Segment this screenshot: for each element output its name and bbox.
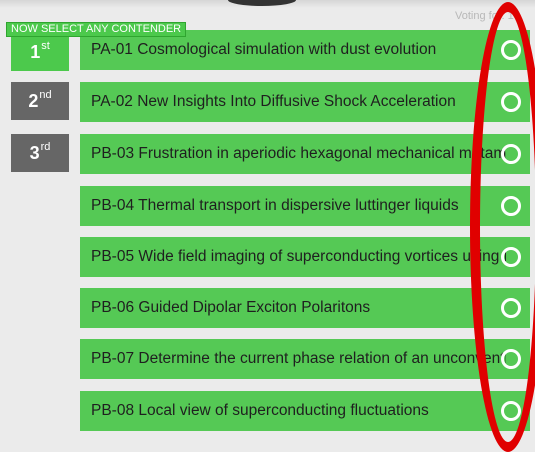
contender-label: PB-03 Frustration in aperiodic hexagonal… bbox=[91, 145, 506, 162]
contender-row[interactable]: PB-05 Wide field imaging of superconduct… bbox=[80, 237, 530, 277]
rank-suffix: st bbox=[41, 40, 50, 52]
contender-label: PB-04 Thermal transport in dispersive lu… bbox=[91, 197, 459, 214]
rank-2nd-slot[interactable]: 2nd bbox=[11, 82, 69, 120]
rank-number: 3 bbox=[29, 142, 40, 163]
contender-label: PB-08 Local view of superconducting fluc… bbox=[91, 402, 429, 419]
contender-row[interactable]: PA-02 New Insights Into Diffusive Shock … bbox=[80, 82, 530, 122]
radio-button[interactable] bbox=[501, 144, 521, 164]
contender-label: PB-05 Wide field imaging of superconduct… bbox=[91, 248, 506, 265]
rank-3rd-slot[interactable]: 3rd bbox=[11, 134, 69, 172]
contender-row[interactable]: PB-06 Guided Dipolar Exciton Polaritons bbox=[80, 288, 530, 328]
radio-button[interactable] bbox=[501, 40, 521, 60]
contender-label: PA-02 New Insights Into Diffusive Shock … bbox=[91, 93, 456, 110]
contender-label: PB-06 Guided Dipolar Exciton Polaritons bbox=[91, 299, 371, 316]
contender-row[interactable]: PB-07 Determine the current phase relati… bbox=[80, 339, 530, 379]
radio-button[interactable] bbox=[501, 196, 521, 216]
radio-button[interactable] bbox=[501, 247, 521, 267]
radio-button[interactable] bbox=[501, 298, 521, 318]
radio-button[interactable] bbox=[501, 92, 521, 112]
contender-label: PB-07 Determine the current phase relati… bbox=[91, 350, 506, 367]
rank-1st-slot[interactable]: 1st bbox=[11, 33, 69, 71]
radio-button[interactable] bbox=[501, 401, 521, 421]
contender-row[interactable]: PB-03 Frustration in aperiodic hexagonal… bbox=[80, 134, 530, 174]
radio-button[interactable] bbox=[501, 349, 521, 369]
rank-suffix: nd bbox=[39, 89, 52, 101]
contender-row[interactable]: PB-08 Local view of superconducting fluc… bbox=[80, 391, 530, 431]
rank-number: 1 bbox=[30, 41, 41, 62]
voting-label: Voting for: 1 bbox=[455, 10, 514, 22]
rank-suffix: rd bbox=[40, 141, 51, 153]
contender-row[interactable]: PB-04 Thermal transport in dispersive lu… bbox=[80, 186, 530, 226]
select-contender-badge: NOW SELECT ANY CONTENDER bbox=[6, 22, 187, 37]
rank-number: 2 bbox=[28, 90, 39, 111]
